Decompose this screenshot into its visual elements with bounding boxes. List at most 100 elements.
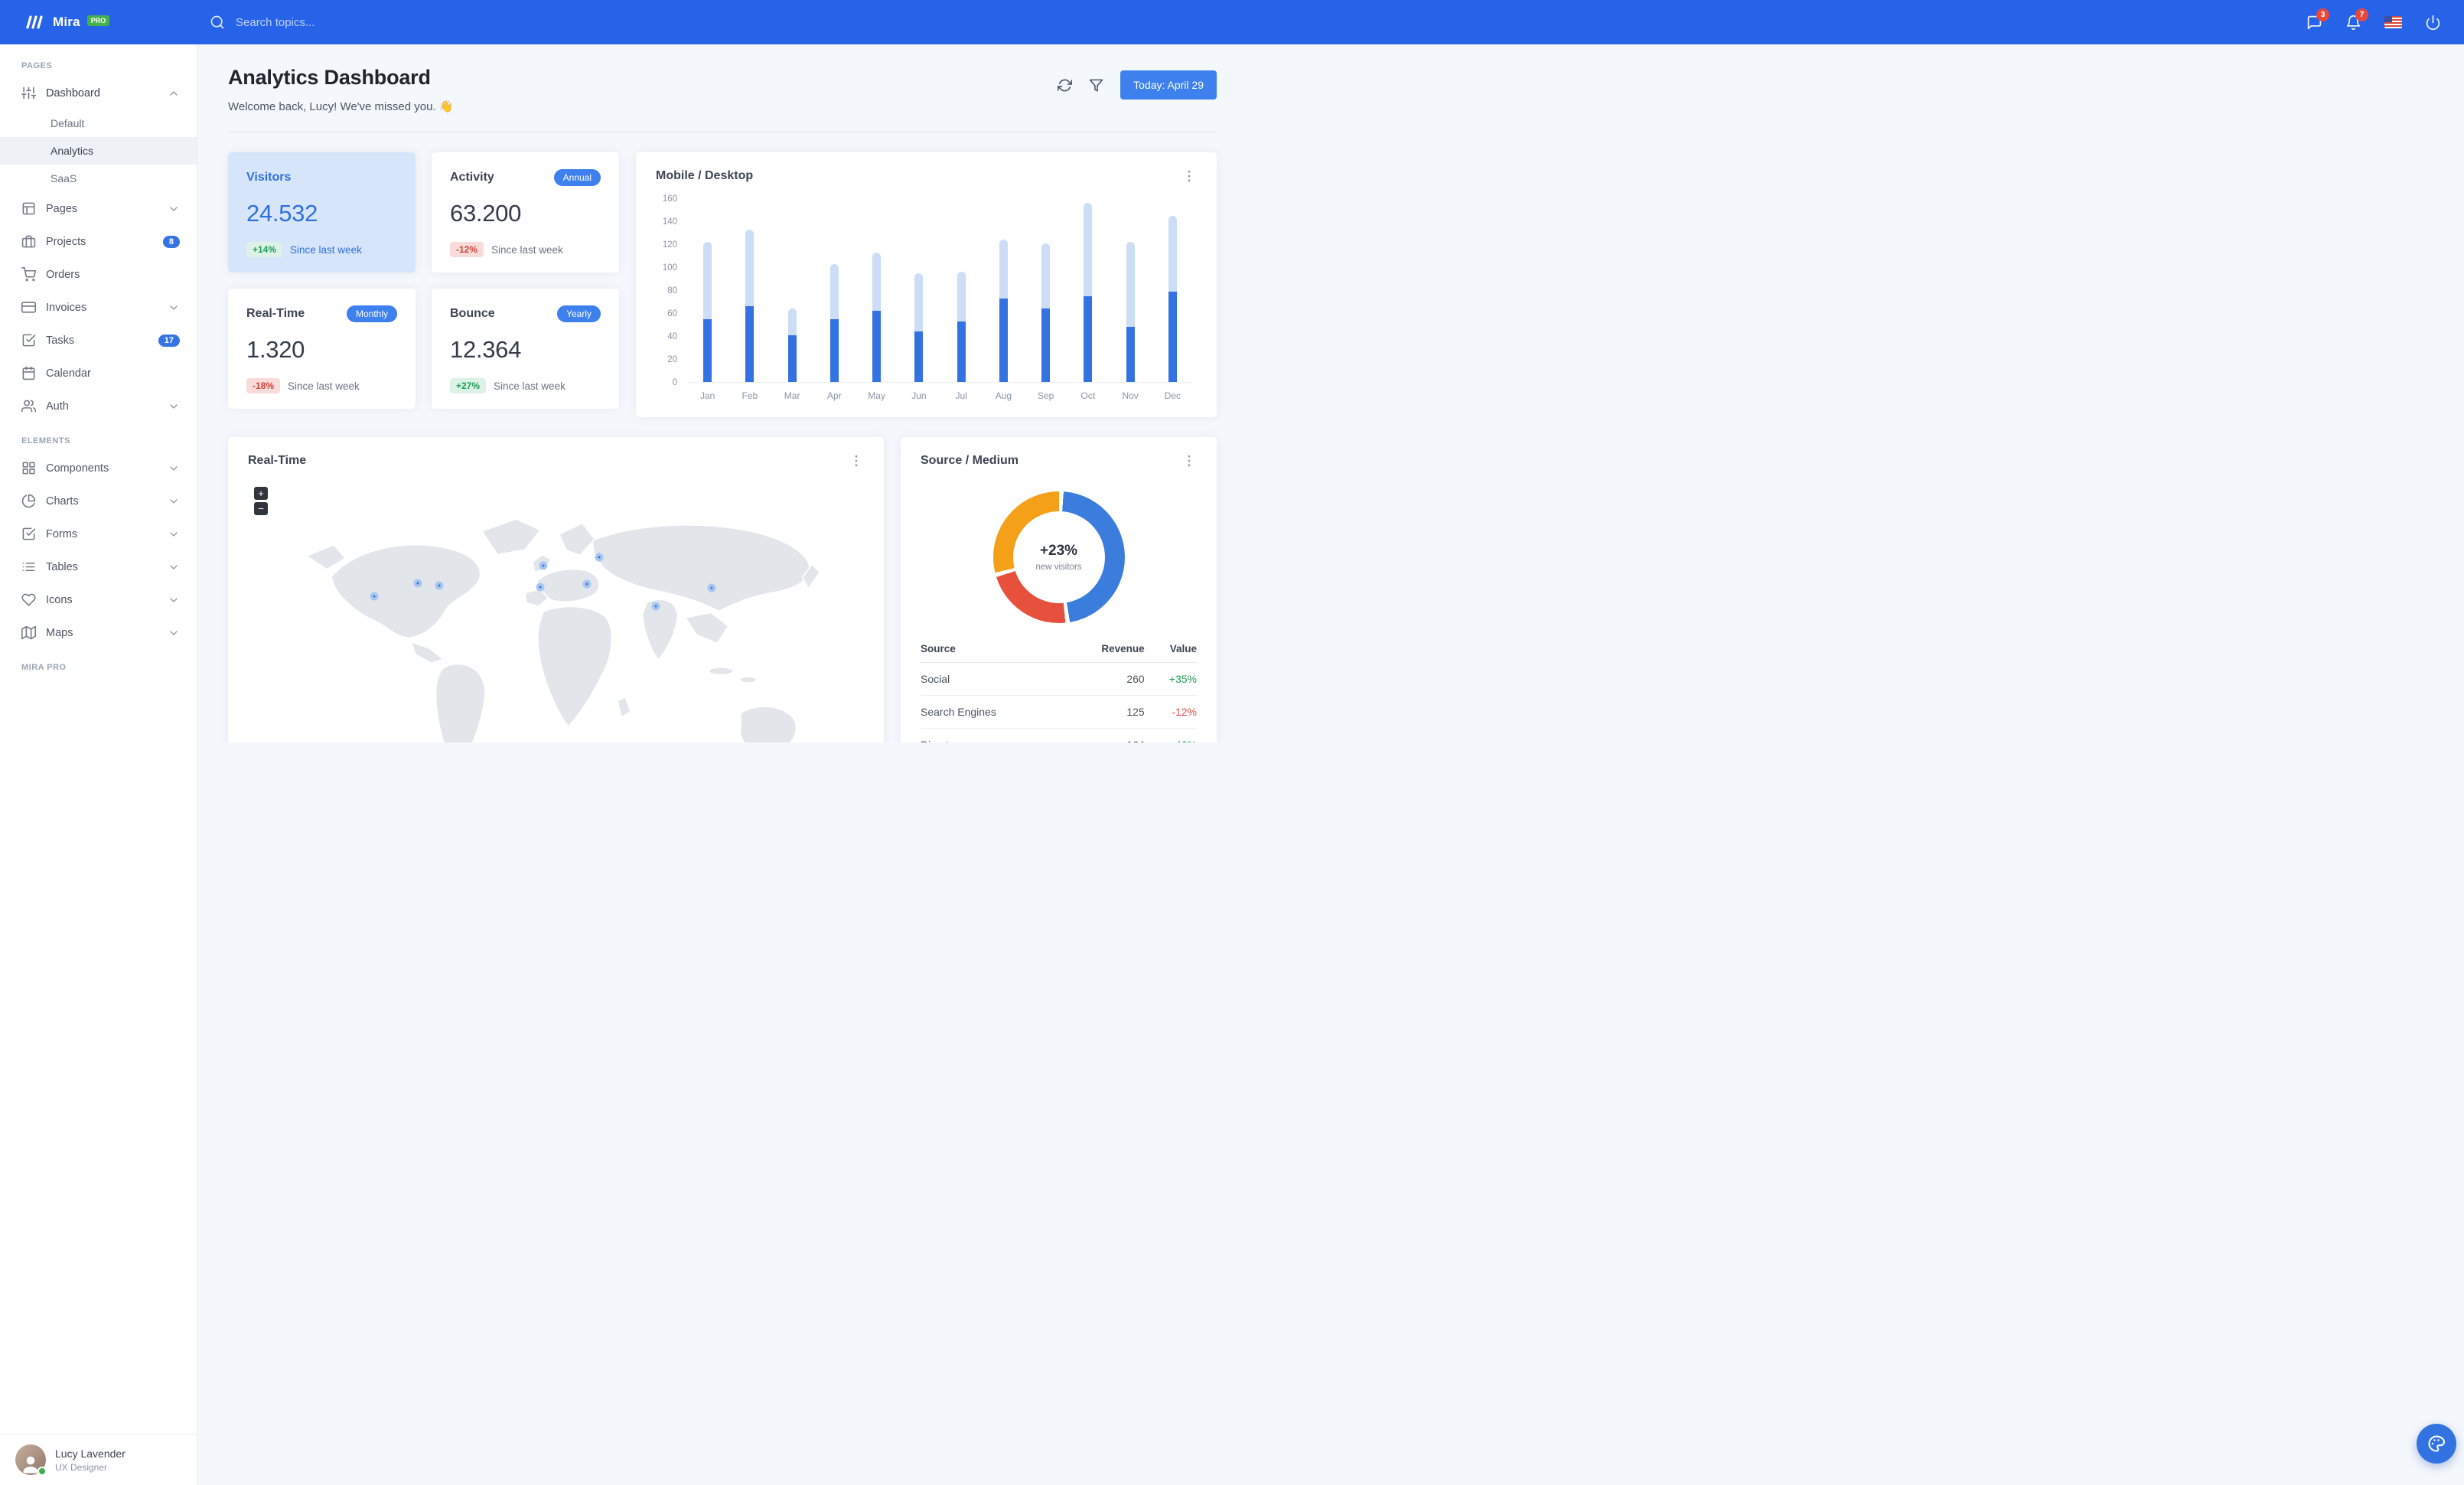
sidebar-item-tables[interactable]: Tables xyxy=(0,550,197,583)
search-input[interactable] xyxy=(234,15,448,30)
stacked-bar[interactable] xyxy=(957,272,966,382)
refresh-icon[interactable] xyxy=(1058,78,1073,93)
list-icon xyxy=(21,560,36,574)
y-tick-label: 60 xyxy=(667,309,677,318)
users-icon xyxy=(21,399,36,413)
sidebar-item-label: Auth xyxy=(46,400,69,413)
bar-chart-plot xyxy=(686,199,1194,383)
stat-card-visitors: Visitors 24.532 +14% Since last week xyxy=(228,152,416,273)
stat-value: 24.532 xyxy=(246,200,318,227)
x-tick-label: Aug xyxy=(995,390,1012,401)
world-map[interactable]: + − xyxy=(248,478,864,742)
x-tick-label: Nov xyxy=(1122,390,1139,401)
period-badge[interactable]: Yearly xyxy=(557,305,601,322)
sidebar-item-projects[interactable]: Projects 8 xyxy=(0,225,197,258)
top-navbar: Mira PRO 3 7 xyxy=(0,0,2464,44)
sidebar-item-icons[interactable]: Icons xyxy=(0,583,197,616)
map-marker[interactable] xyxy=(536,583,545,592)
stacked-bar[interactable] xyxy=(872,252,882,382)
header-actions: Today: April 29 xyxy=(1058,70,1217,100)
bar-column-mar xyxy=(771,199,813,382)
sidebar-item-label: Orders xyxy=(46,268,80,281)
map-marker[interactable] xyxy=(370,592,379,601)
us-flag-icon xyxy=(2384,16,2402,28)
column-header-revenue: Revenue xyxy=(1063,635,1145,663)
stacked-bar[interactable] xyxy=(1041,243,1051,382)
bar-column-apr xyxy=(813,199,856,382)
stacked-bar[interactable] xyxy=(1168,215,1177,382)
sidebar-item-components[interactable]: Components xyxy=(0,452,197,485)
bar-column-oct xyxy=(1067,199,1109,382)
map-marker[interactable] xyxy=(651,602,660,611)
sidebar-item-analytics[interactable]: Analytics xyxy=(0,137,197,165)
stacked-bar[interactable] xyxy=(745,229,755,382)
date-range-button[interactable]: Today: April 29 xyxy=(1120,70,1217,100)
sidebar-item-maps[interactable]: Maps xyxy=(0,616,197,649)
notifications-button[interactable]: 7 xyxy=(2345,8,2368,31)
sidebar-item-label: Icons xyxy=(46,593,73,606)
sidebar-count-badge: 8 xyxy=(162,235,180,248)
zoom-in-button[interactable]: + xyxy=(254,487,268,500)
more-options-icon[interactable] xyxy=(1181,168,1197,184)
map-marker[interactable] xyxy=(582,579,592,589)
bar-column-dec xyxy=(1152,199,1194,382)
power-icon xyxy=(2425,15,2441,31)
x-tick-label: Dec xyxy=(1164,390,1181,401)
sidebar-item-dashboard[interactable]: Dashboard xyxy=(0,77,197,109)
brand[interactable]: Mira PRO xyxy=(0,13,197,31)
stacked-bar[interactable] xyxy=(999,240,1008,382)
stacked-bar[interactable] xyxy=(914,273,924,382)
cell-source: Search Engines xyxy=(921,695,1064,729)
logout-button[interactable] xyxy=(2425,15,2441,31)
zoom-out-button[interactable]: − xyxy=(254,502,268,515)
map-marker[interactable] xyxy=(413,579,422,588)
sidebar-item-orders[interactable]: Orders xyxy=(0,258,197,291)
main-content: Analytics Dashboard Welcome back, Lucy! … xyxy=(197,44,1232,742)
table-row-search-engines: Search Engines 125 -12% xyxy=(921,695,1197,729)
sidebar-item-forms[interactable]: Forms xyxy=(0,517,197,550)
sidebar-item-saas[interactable]: SaaS xyxy=(0,165,197,192)
bar-column-aug xyxy=(983,199,1025,382)
stacked-bar[interactable] xyxy=(1126,242,1135,382)
stacked-bar[interactable] xyxy=(1084,203,1093,382)
stacked-bar[interactable] xyxy=(829,263,839,382)
credit-card-icon xyxy=(21,300,36,315)
chart-title: Mobile / Desktop xyxy=(656,169,754,182)
sidebar-item-auth[interactable]: Auth xyxy=(0,390,197,423)
stat-title: Bounce xyxy=(450,307,495,320)
bar-column-jul xyxy=(940,199,983,382)
source-donut-chart: +23% new visitors xyxy=(992,491,1125,623)
sidebar-item-pages[interactable]: Pages xyxy=(0,192,197,225)
search-icon[interactable] xyxy=(210,15,225,30)
more-options-icon[interactable] xyxy=(849,453,864,468)
bar-chart-y-axis: 160 140 120 100 80 60 40 20 0 xyxy=(656,194,686,387)
language-button[interactable] xyxy=(2384,16,2402,28)
sidebar-user[interactable]: Lucy Lavender UX Designer xyxy=(0,1434,197,1485)
period-badge[interactable]: Annual xyxy=(553,169,601,186)
sidebar-item-invoices[interactable]: Invoices xyxy=(0,291,197,324)
sidebar-item-tasks[interactable]: Tasks 17 xyxy=(0,324,197,357)
filter-icon[interactable] xyxy=(1089,78,1103,93)
stacked-bar[interactable] xyxy=(787,308,797,382)
sidebar-item-default[interactable]: Default xyxy=(0,109,197,137)
stacked-bar[interactable] xyxy=(703,242,712,382)
brand-name: Mira xyxy=(53,15,80,29)
more-options-icon[interactable] xyxy=(1181,453,1197,468)
sidebar-item-calendar[interactable]: Calendar xyxy=(0,357,197,390)
stat-title: Visitors xyxy=(246,171,292,184)
period-badge[interactable]: Monthly xyxy=(346,305,397,322)
map-marker[interactable] xyxy=(595,553,604,562)
chevron-down-icon xyxy=(168,627,180,639)
map-marker[interactable] xyxy=(707,583,716,592)
messages-button[interactable]: 3 xyxy=(2306,8,2329,31)
sidebar-item-charts[interactable]: Charts xyxy=(0,485,197,517)
navbar-actions: 3 7 xyxy=(2306,8,2464,31)
avatar xyxy=(15,1444,47,1476)
stat-note: Since last week xyxy=(491,243,563,256)
map-marker[interactable] xyxy=(435,581,444,590)
map-marker[interactable] xyxy=(539,561,548,570)
delta-chip: -12% xyxy=(450,242,484,257)
chevron-up-icon xyxy=(168,87,180,100)
theme-settings-button[interactable] xyxy=(2417,1424,2456,1464)
y-tick-label: 140 xyxy=(662,217,677,227)
